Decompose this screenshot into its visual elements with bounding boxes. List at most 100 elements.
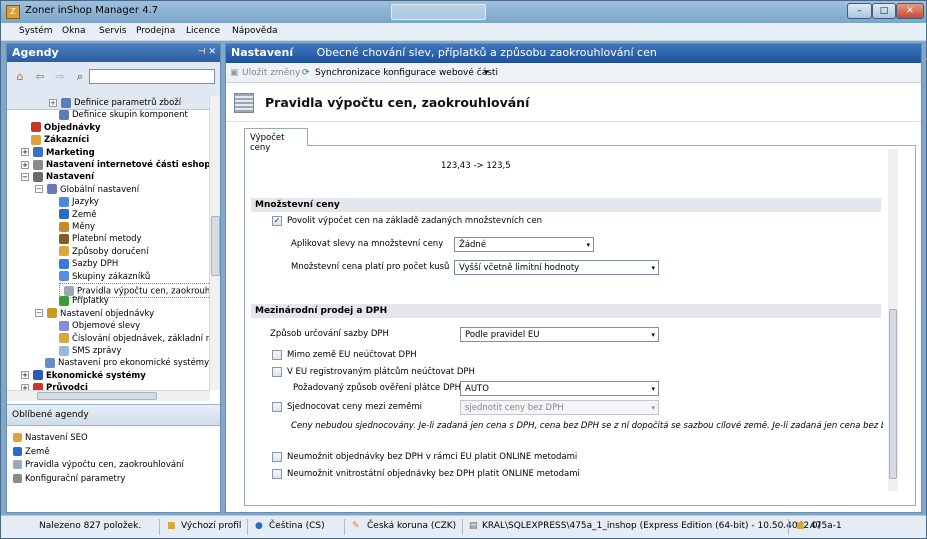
gear-icon: [33, 159, 43, 170]
menu-help[interactable]: Nápověda: [232, 26, 278, 36]
tree-item[interactable]: + Definice parametrů zboží: [49, 97, 181, 109]
no-vat-outside-eu-checkbox[interactable]: [272, 350, 282, 360]
tree-vertical-scrollbar[interactable]: [209, 96, 220, 390]
tree-item[interactable]: Jazyky: [59, 196, 99, 208]
chevron-down-icon: ▾: [651, 264, 655, 272]
maximize-button[interactable]: □: [872, 3, 896, 19]
sync-dropdown-arrow[interactable]: ▾: [484, 68, 489, 78]
page-title-bar: Pravidla výpočtu cen, zaokrouhlování: [226, 84, 921, 122]
order-settings-icon: [47, 308, 57, 319]
home-icon[interactable]: ⌂: [13, 70, 27, 84]
sms-icon: [59, 345, 69, 356]
tree-item[interactable]: + Ekonomické systémy: [21, 370, 146, 382]
tree-expander[interactable]: +: [21, 160, 29, 169]
tree-item[interactable]: Číslování objednávek, základní n: [59, 333, 210, 345]
quantity-price-select[interactable]: Vyšší včetně limitní hodnoty ▾: [454, 260, 659, 275]
menu-shop[interactable]: Prodejna: [136, 26, 175, 36]
tree-item-label: Země: [72, 209, 97, 220]
favorite-item[interactable]: Nastavení SEO: [13, 432, 88, 444]
verify-method-select[interactable]: AUTO ▾: [460, 381, 659, 396]
app-window: Z Zoner inShop Manager 4.7 – □ ✕ Systém …: [0, 0, 927, 539]
no-vat-registered-label: V EU registrovaným plátcům neúčtovat DPH: [287, 367, 475, 377]
back-arrow-icon[interactable]: ⇦: [33, 70, 47, 84]
menu-windows[interactable]: Okna: [62, 26, 86, 36]
tree-item-label: Globální nastavení: [60, 184, 140, 195]
tree-expander[interactable]: +: [21, 148, 29, 157]
tree-item-label: Nastavení internetové části eshop: [46, 160, 210, 170]
tree-item[interactable]: Definice skupin komponent: [59, 109, 188, 121]
tree-item-label: Objednávky: [44, 122, 101, 133]
scroll-thumb[interactable]: [211, 216, 220, 276]
scroll-thumb[interactable]: [37, 392, 157, 400]
status-profile[interactable]: Výchozí profil: [181, 521, 241, 531]
tree-expander[interactable]: −: [35, 185, 43, 194]
minimize-button[interactable]: –: [847, 3, 872, 19]
menu-license[interactable]: Licence: [186, 26, 220, 36]
tree-expander[interactable]: −: [21, 172, 29, 181]
quantity-price-value: Vyšší včetně limitní hodnoty: [459, 263, 580, 273]
tree-item[interactable]: Příplatky: [59, 295, 109, 307]
section-quantity-prices: Množstevní ceny: [251, 198, 881, 212]
tree-item[interactable]: + Marketing: [21, 147, 95, 159]
tree-item[interactable]: Zákazníci: [31, 134, 89, 146]
sync-config-button[interactable]: Synchronizace konfigurace webové části: [315, 68, 498, 78]
favorite-item[interactable]: Země: [13, 446, 50, 458]
tree-item[interactable]: + Průvodci: [21, 382, 88, 390]
apply-discounts-select[interactable]: Žádné ▾: [454, 237, 594, 252]
tree-item[interactable]: Měny: [59, 221, 95, 233]
unify-prices-label: Sjednocovat ceny mezi zeměmi: [287, 402, 423, 412]
tree-item[interactable]: − Nastavení objednávky: [35, 308, 154, 320]
app-icon: Z: [6, 5, 20, 19]
block-domestic-online-checkbox[interactable]: [272, 469, 282, 479]
wizard-icon: [33, 382, 43, 390]
block-eu-online-checkbox[interactable]: [272, 452, 282, 462]
tree-item[interactable]: Skupiny zákazníků: [59, 271, 150, 283]
vat-mode-value: Podle pravidel EU: [465, 330, 540, 340]
tree-item[interactable]: Země: [59, 209, 97, 221]
tree-item-label: Nastavení objednávky: [60, 308, 155, 319]
tree-item[interactable]: Způsoby doručení: [59, 246, 149, 258]
favorite-item-label: Nastavení SEO: [25, 433, 88, 443]
tree-item[interactable]: Nastavení pro ekonomické systémy: [45, 357, 209, 369]
agenda-tree: + Definice parametrů zboží Definice skupin…: [7, 96, 210, 390]
search-icon[interactable]: ⌕: [73, 70, 87, 84]
tree-item[interactable]: Objednávky: [31, 122, 101, 134]
menu-system[interactable]: Systém: [19, 26, 53, 36]
tree-item[interactable]: Sazby DPH: [59, 258, 118, 270]
save-changes-button[interactable]: Uložit změny: [242, 68, 300, 78]
forward-arrow-icon[interactable]: ⇨: [53, 70, 67, 84]
grid-icon: [59, 109, 69, 120]
tree-expander[interactable]: −: [35, 309, 43, 318]
scroll-thumb[interactable]: [889, 309, 897, 479]
discount-icon: [59, 320, 69, 331]
favorite-item[interactable]: Konfigurační parametry: [13, 473, 125, 485]
tree-item[interactable]: Objemové slevy: [59, 320, 140, 332]
agenda-search-input[interactable]: [89, 69, 215, 84]
tree-item[interactable]: SMS zprávy: [59, 345, 121, 357]
panel-scrollbar[interactable]: [888, 149, 898, 491]
allow-quantity-prices-checkbox[interactable]: ✓: [272, 216, 282, 226]
settings-toolbar: ▣ Uložit změny ⟳ Synchronizace konfigura…: [226, 63, 921, 83]
tree-expander[interactable]: +: [21, 371, 29, 380]
tree-horizontal-scrollbar[interactable]: [7, 390, 210, 401]
tree-item[interactable]: Platební metody: [59, 233, 142, 245]
tree-item[interactable]: − Nastavení: [21, 171, 94, 183]
tree-item[interactable]: − Globální nastavení: [35, 184, 139, 196]
favorite-item[interactable]: Pravidla výpočtu cen, zaokrouhlování: [13, 459, 184, 471]
panel-pin-close[interactable]: ⊣ ✕: [198, 47, 216, 57]
menu-service[interactable]: Servis: [99, 26, 126, 36]
tree-item[interactable]: + Nastavení internetové části eshop: [21, 159, 210, 171]
tab-price-calculation[interactable]: Výpočet ceny: [244, 128, 308, 153]
no-vat-registered-checkbox[interactable]: [272, 367, 282, 377]
unify-prices-checkbox[interactable]: [272, 402, 282, 412]
apply-discounts-value: Žádné: [459, 240, 487, 250]
settings-header: Nastavení Obecné chování slev, příplatků…: [226, 44, 921, 63]
tree-expander[interactable]: +: [49, 98, 57, 107]
tree-item-label: Způsoby doručení: [72, 246, 149, 257]
chevron-down-icon: ▾: [651, 331, 655, 339]
status-currency[interactable]: Česká koruna (CZK): [367, 521, 456, 531]
close-button[interactable]: ✕: [896, 3, 924, 19]
status-language[interactable]: Čeština (CS): [269, 521, 325, 531]
unify-note: Ceny nebudou sjednocovány. Je-li zadaná …: [291, 421, 883, 431]
vat-mode-select[interactable]: Podle pravidel EU ▾: [460, 327, 659, 342]
